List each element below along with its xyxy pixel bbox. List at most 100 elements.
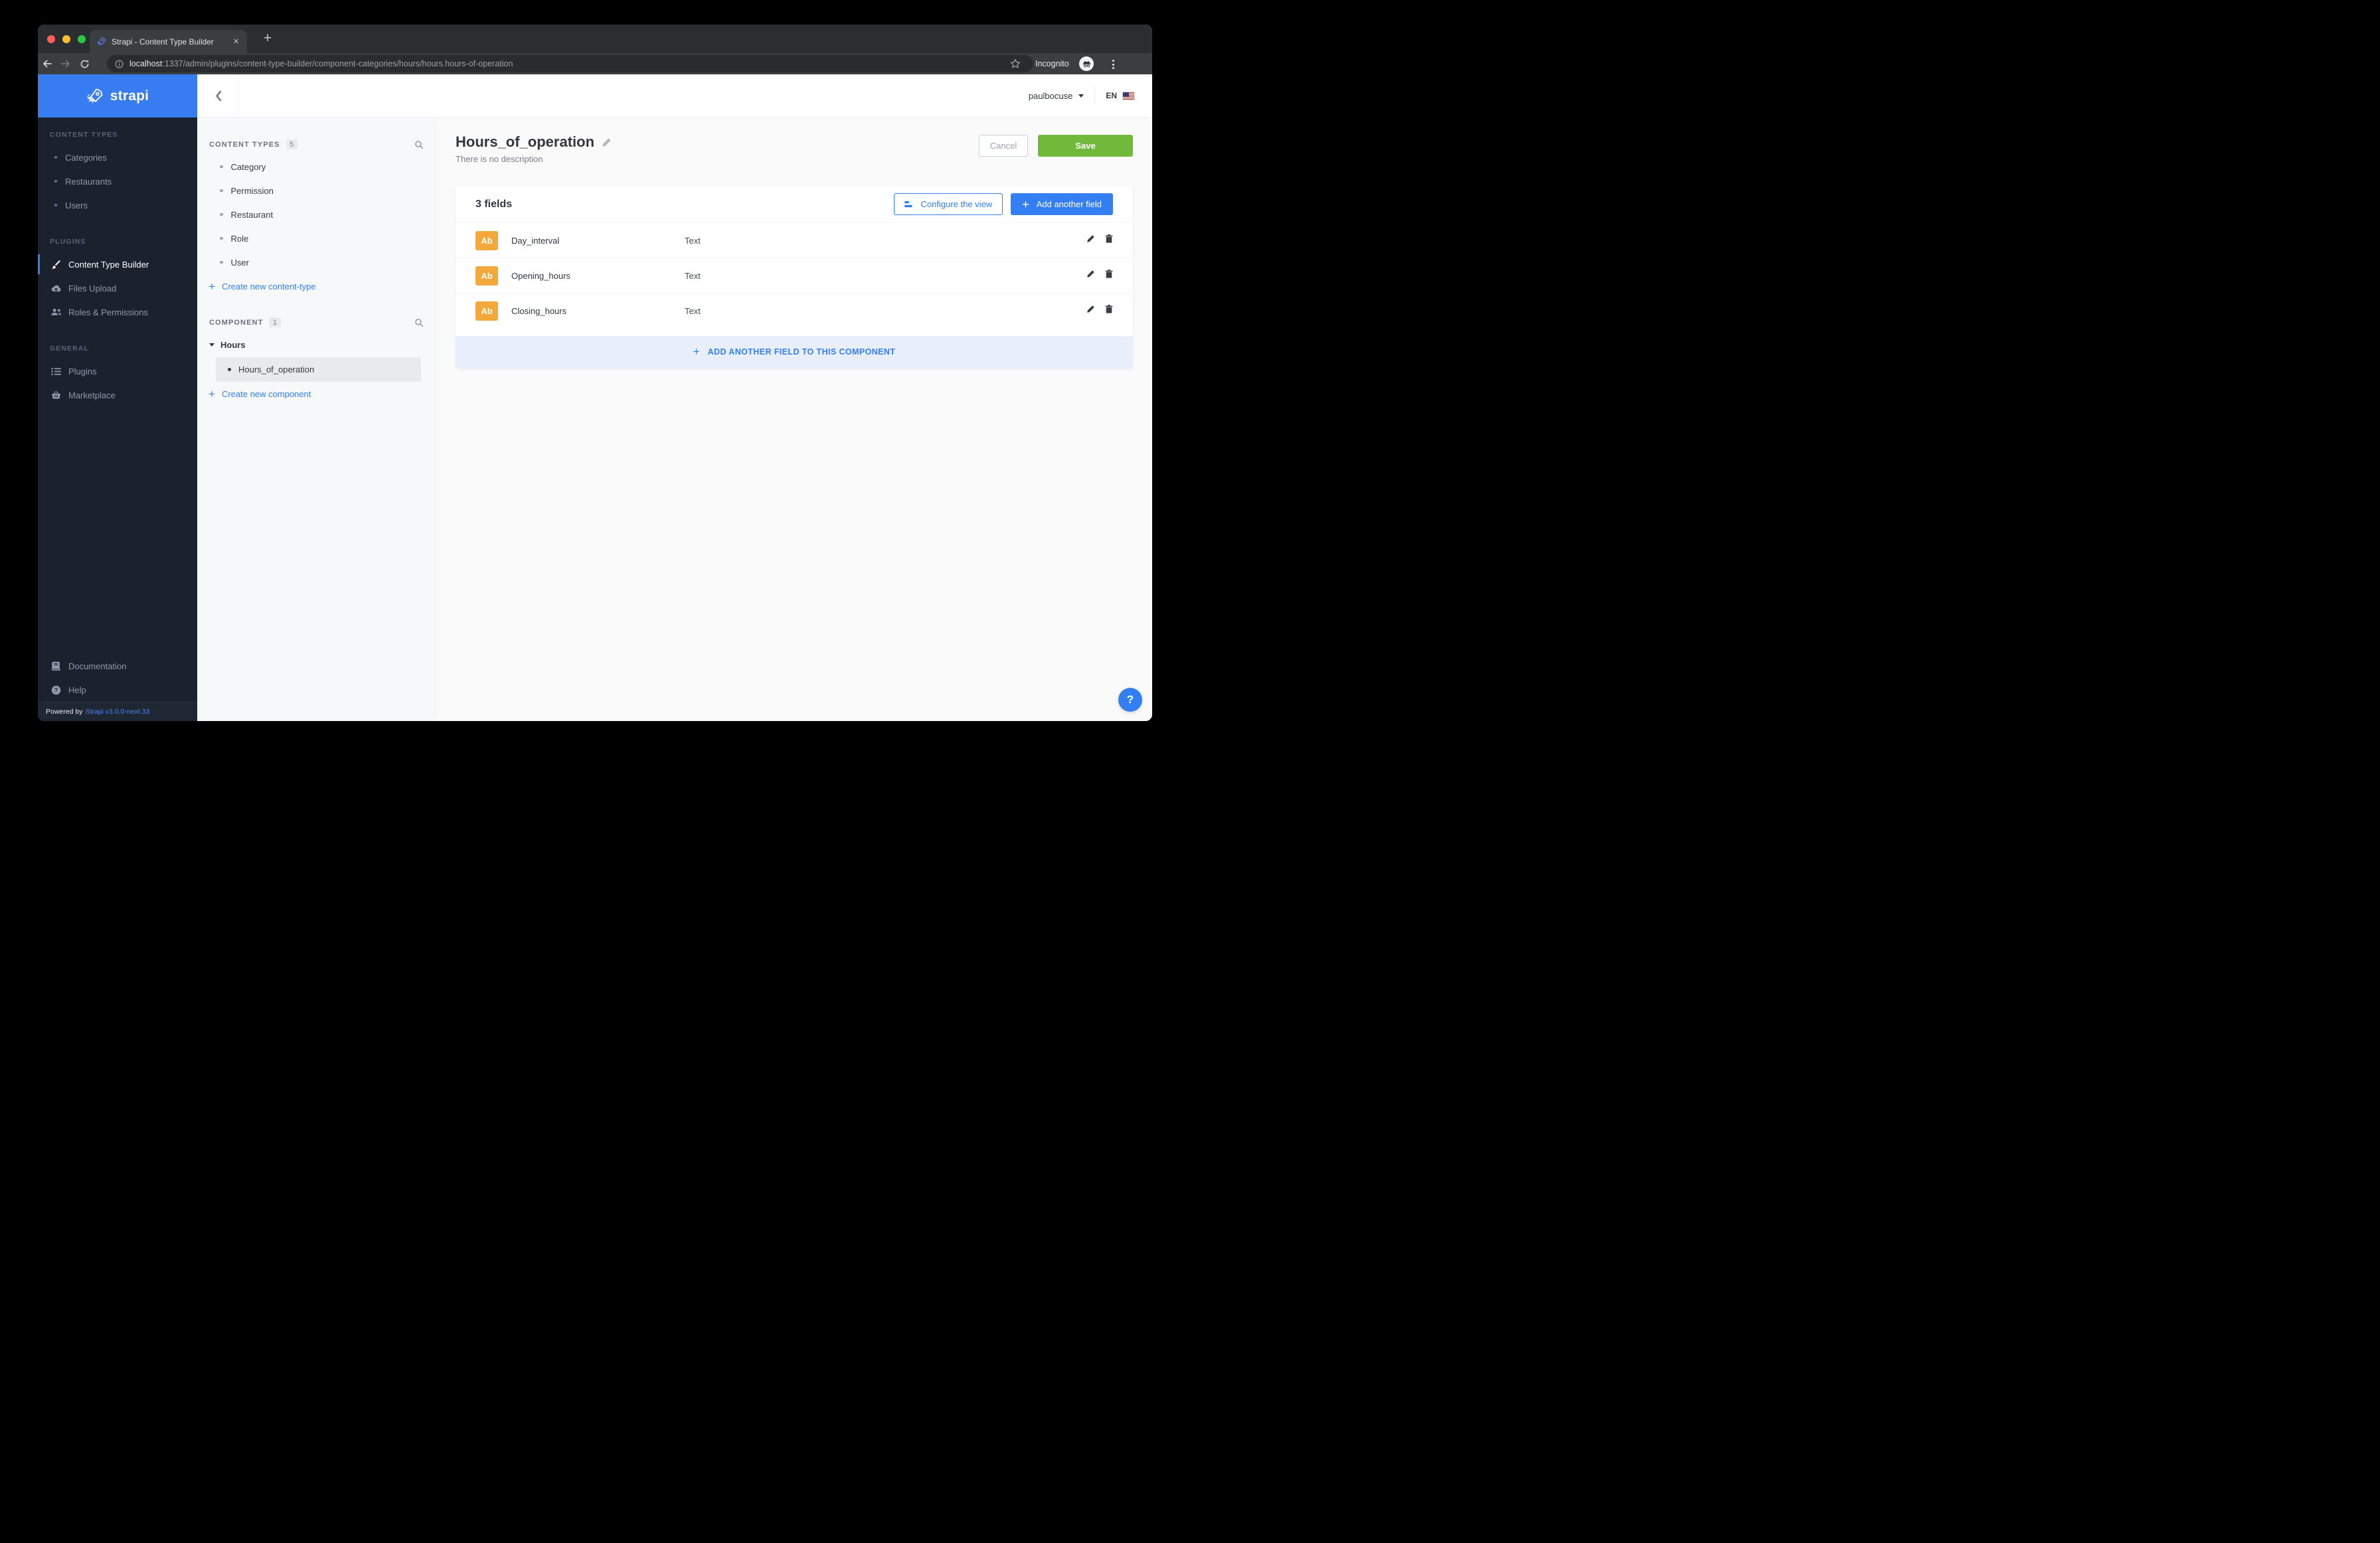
component-group-hours[interactable]: Hours [197,333,436,357]
edit-pencil-icon[interactable] [1086,270,1095,282]
bullet-icon [54,156,57,159]
section-label-general: GENERAL [50,345,90,353]
bullet-icon [54,204,57,206]
subnav-component-label: COMPONENT [209,318,264,327]
window-controls [47,35,86,43]
search-icon[interactable] [414,318,424,327]
user-name: paulbocuse [1028,90,1073,101]
strapi-admin: strapi paulbocuse EN CONTENT TYPES Categ… [38,74,1152,721]
subnav-item-restaurant[interactable]: Restaurant [197,203,436,226]
sidebar-item-restaurants[interactable]: Restaurants [38,169,197,193]
delete-trash-icon[interactable] [1105,270,1113,282]
reload-icon[interactable] [75,59,94,69]
bullet-icon [220,260,223,264]
subnav-item-permission[interactable]: Permission [197,179,436,203]
svg-text:?: ? [54,687,58,693]
us-flag-icon [1122,91,1135,100]
forward-icon[interactable] [56,58,75,69]
subnav-item-user[interactable]: User [197,250,436,274]
text-field-type-badge: Ab [475,230,498,250]
maximize-window-button[interactable] [78,35,86,43]
field-name: Opening_hours [511,270,570,281]
help-floating-button[interactable]: ? [1118,688,1142,712]
url-host: localhost [129,59,163,68]
app-header: paulbocuse EN [197,74,1152,118]
add-another-field-button[interactable]: + Add another field [1011,193,1113,215]
edit-pencil-icon[interactable] [1086,234,1095,246]
subnav-item-category[interactable]: Category [197,155,436,179]
locale-switcher[interactable]: EN [1106,91,1135,100]
sidebar-item-content-type-builder[interactable]: Content Type Builder [38,252,197,276]
sidebar-item-help[interactable]: ? Help [38,678,197,702]
plus-icon: + [693,345,700,358]
main-content: Hours_of_operation There is no descripti… [436,118,1152,721]
bullet-icon [220,212,223,216]
section-label-content-types: CONTENT TYPES [50,131,118,139]
back-icon[interactable] [38,58,56,69]
configure-view-button[interactable]: Configure the view [893,193,1003,215]
new-tab-button[interactable]: + [258,31,277,46]
sidebar-item-categories[interactable]: Categories [38,145,197,169]
edit-pencil-icon[interactable] [1086,305,1095,317]
browser-menu-icon[interactable] [1108,58,1118,70]
sidebar-item-files-upload[interactable]: Files Upload [38,276,197,300]
fields-count: 3 fields [475,198,513,210]
url-text: localhost:1337/admin/plugins/content-typ… [129,59,513,68]
field-row[interactable]: Ab Day_interval Text [456,222,1133,258]
sidebar-item-marketplace[interactable]: Marketplace [38,383,197,407]
url-bar[interactable]: localhost:1337/admin/plugins/content-typ… [107,55,1033,72]
chevron-down-icon [1078,94,1084,98]
bookmark-star-icon[interactable] [1010,58,1021,72]
user-menu[interactable]: paulbocuse [1029,91,1084,101]
text-field-type-badge: Ab [475,266,498,285]
sidebar-item-roles-permissions[interactable]: Roles & Permissions [38,300,197,324]
subnav-item-role[interactable]: Role [197,226,436,250]
field-row[interactable]: Ab Closing_hours Text [456,293,1133,328]
cloud-upload-icon [50,284,62,293]
delete-trash-icon[interactable] [1105,305,1113,317]
divider [1094,87,1096,104]
strapi-rocket-icon [86,88,104,105]
cancel-button[interactable]: Cancel [979,135,1028,157]
page-title: Hours_of_operation [456,133,595,150]
field-row[interactable]: Ab Opening_hours Text [456,258,1133,293]
powered-by-label: Powered by [46,708,83,716]
strapi-logo[interactable]: strapi [38,74,197,118]
section-label-plugins: PLUGINS [50,238,86,246]
fields-panel: 3 fields Configure the view + Add anothe… [456,186,1133,368]
add-field-to-component-button[interactable]: + ADD ANOTHER FIELD TO THIS COMPONENT [456,336,1133,368]
edit-title-pencil-icon[interactable] [602,137,612,147]
search-icon[interactable] [414,140,424,149]
close-window-button[interactable] [47,35,55,43]
save-button[interactable]: Save [1038,135,1133,157]
site-info-icon[interactable] [115,60,124,68]
plus-icon: + [209,280,215,293]
locale-code: EN [1106,91,1117,100]
field-name: Closing_hours [511,305,567,316]
sidebar-item-documentation[interactable]: Documentation [38,654,197,678]
delete-trash-icon[interactable] [1105,234,1113,246]
back-chevron-button[interactable] [197,74,239,117]
bullet-icon [220,236,223,240]
subnav-item-hours-of-operation-selected[interactable]: Hours_of_operation [216,357,421,382]
incognito-icon [1079,56,1094,71]
sliders-icon [904,201,914,208]
create-content-type-link[interactable]: + Create new content-type [197,274,436,298]
minimize-window-button[interactable] [62,35,70,43]
tab-strip: Strapi - Content Type Builder × + [38,25,1152,53]
list-icon [50,367,62,376]
browser-toolbar: localhost:1337/admin/plugins/content-typ… [38,53,1152,74]
sidebar-item-users[interactable]: Users [38,193,197,217]
brand-name: strapi [110,88,149,104]
sidebar-item-plugins[interactable]: Plugins [38,359,197,383]
book-icon [50,661,62,671]
browser-tab[interactable]: Strapi - Content Type Builder × [90,30,247,53]
tab-close-icon[interactable]: × [232,37,240,46]
rocket-favicon-icon [96,37,106,46]
users-group-icon [50,308,62,316]
bullet-icon [220,189,223,193]
shop-basket-icon [50,390,62,400]
strapi-version-link[interactable]: Strapi v3.0.0-next.33 [85,708,149,716]
create-component-link[interactable]: + Create new component [197,382,436,406]
